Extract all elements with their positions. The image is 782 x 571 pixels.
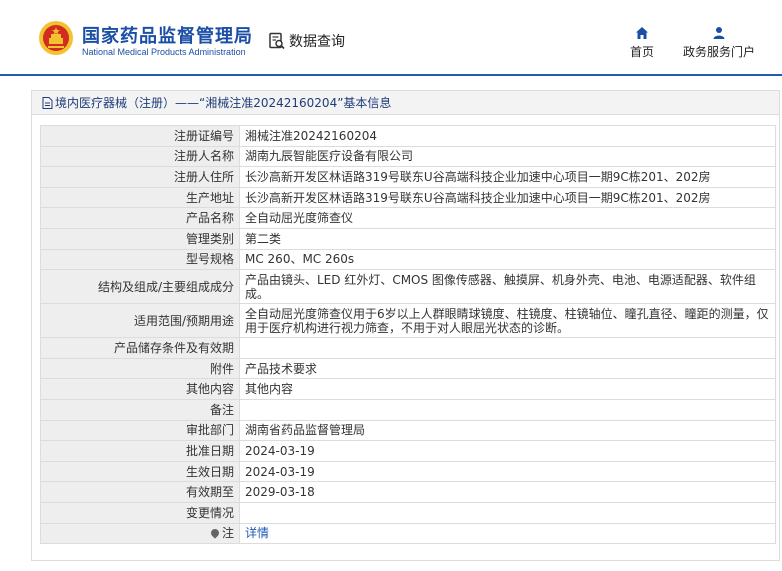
table-row: 审批部门 湖南省药品监督管理局 — [40, 419, 776, 442]
note-label-cell: 注 — [40, 522, 240, 545]
data-query-icon — [269, 32, 285, 50]
field-label: 有效期至 — [40, 481, 240, 503]
table-row: 生效日期 2024-03-19 — [40, 460, 776, 483]
field-value: 湖南省药品监督管理局 — [239, 419, 776, 442]
field-value: 2029-03-18 — [239, 481, 776, 503]
table-row: 有效期至 2029-03-18 — [40, 481, 776, 503]
field-value: 产品由镜头、LED 红外灯、CMOS 图像传感器、触摸屏、机身外壳、电池、电源适… — [239, 269, 776, 305]
table-row: 型号规格 MC 260、MC 260s — [40, 248, 776, 271]
breadcrumb-text: 境内医疗器械（注册）——“湘械注准20242160204”基本信息 — [55, 96, 392, 110]
table-row: 变更情况 — [40, 501, 776, 524]
table-row: 批准日期 2024-03-19 — [40, 440, 776, 462]
table-row: 注 详情 — [40, 522, 776, 545]
field-value: 第二类 — [239, 227, 776, 250]
document-icon — [42, 96, 53, 109]
table-row: 管理类别 第二类 — [40, 227, 776, 250]
field-label: 生产地址 — [40, 186, 240, 209]
field-value: 长沙高新开发区林语路319号联东U谷高端科技企业加速中心项目一期9C栋201、2… — [239, 166, 776, 188]
field-label: 产品名称 — [40, 207, 240, 229]
table-row: 其他内容 其他内容 — [40, 378, 776, 400]
field-value: MC 260、MC 260s — [239, 248, 776, 271]
table-row: 适用范围/预期用途 全自动屈光度筛查仪用于6岁以上人群眼睛球镜度、柱镜度、柱镜轴位… — [40, 303, 776, 339]
nav-service-portal[interactable]: 政务服务门户 — [683, 26, 755, 60]
table-row: 结构及组成/主要组成成分 产品由镜头、LED 红外灯、CMOS 图像传感器、触摸屏… — [40, 269, 776, 305]
table-row: 产品名称 全自动屈光度筛查仪 — [40, 207, 776, 229]
field-label: 变更情况 — [40, 501, 240, 524]
field-label: 注册人名称 — [40, 145, 240, 168]
home-icon — [636, 27, 648, 39]
table-row: 附件 产品技术要求 — [40, 357, 776, 380]
nav-home-label: 首页 — [630, 45, 655, 59]
field-label: 备注 — [40, 398, 240, 421]
field-label: 批准日期 — [40, 440, 240, 462]
data-query-label: 数据查询 — [289, 34, 345, 50]
table-row: 注册证编号 湘械注准20242160204 — [40, 125, 776, 147]
field-value: 全自动屈光度筛查仪用于6岁以上人群眼睛球镜度、柱镜度、柱镜轴位、瞳孔直径、瞳距的… — [239, 303, 776, 339]
field-label: 其他内容 — [40, 378, 240, 400]
field-value: 产品技术要求 — [239, 357, 776, 380]
field-label: 注 — [221, 526, 234, 541]
table-row: 注册人住所 长沙高新开发区林语路319号联东U谷高端科技企业加速中心项目一期9C栋… — [40, 166, 776, 188]
org-name-cn: 国家药品监督管理局 — [82, 26, 253, 47]
field-value: 长沙高新开发区林语路319号联东U谷高端科技企业加速中心项目一期9C栋201、2… — [239, 186, 776, 209]
record-table: 注册证编号 湘械注准20242160204 注册人名称 湖南九辰智能医疗设备有限公司… — [40, 125, 776, 545]
field-value — [239, 398, 776, 421]
details-link[interactable]: 详情 — [245, 526, 269, 540]
field-value: 湘械注准20242160204 — [239, 125, 776, 147]
field-value — [239, 337, 776, 359]
field-value: 2024-03-19 — [239, 440, 776, 462]
field-label: 产品储存条件及有效期 — [40, 337, 240, 359]
data-query-link[interactable]: 数据查询 — [268, 31, 345, 51]
field-label: 注册人住所 — [40, 166, 240, 188]
national-emblem-icon — [39, 21, 73, 55]
field-value: 全自动屈光度筛查仪 — [239, 207, 776, 229]
table-row: 备注 — [40, 398, 776, 421]
location-pin-icon — [209, 527, 221, 539]
field-label: 管理类别 — [40, 227, 240, 250]
org-name-en: National Medical Products Administration — [82, 47, 246, 57]
field-label: 注册证编号 — [40, 125, 240, 147]
field-label: 审批部门 — [40, 419, 240, 442]
user-icon — [713, 27, 725, 39]
field-label: 附件 — [40, 357, 240, 380]
field-value: 其他内容 — [239, 378, 776, 400]
field-label: 适用范围/预期用途 — [40, 303, 240, 339]
table-row: 生产地址 长沙高新开发区林语路319号联东U谷高端科技企业加速中心项目一期9C栋2… — [40, 186, 776, 209]
breadcrumb: 境内医疗器械（注册）——“湘械注准20242160204”基本信息 — [32, 91, 779, 115]
field-label: 结构及组成/主要组成成分 — [40, 269, 240, 305]
field-value — [239, 501, 776, 524]
nav-service-label: 政务服务门户 — [683, 45, 756, 59]
nav-home[interactable]: 首页 — [630, 26, 654, 60]
field-value-cell: 详情 — [239, 522, 776, 545]
site-header: 国家药品监督管理局 National Medical Products Admi… — [0, 0, 782, 76]
field-label: 生效日期 — [40, 460, 240, 483]
table-row: 注册人名称 湖南九辰智能医疗设备有限公司 — [40, 145, 776, 168]
record-panel: 境内医疗器械（注册）——“湘械注准20242160204”基本信息 注册证编号湘… — [31, 90, 780, 561]
field-value: 2024-03-19 — [239, 460, 776, 483]
field-label: 型号规格 — [40, 248, 240, 271]
table-row: 产品储存条件及有效期 — [40, 337, 776, 359]
field-value: 湖南九辰智能医疗设备有限公司 — [239, 145, 776, 168]
